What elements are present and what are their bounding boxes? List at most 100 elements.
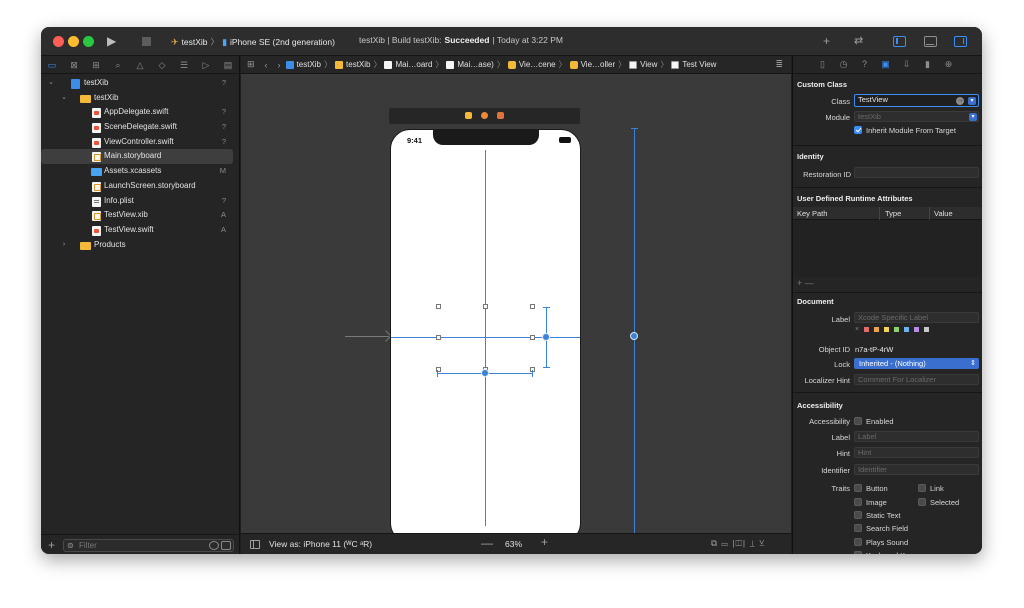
- acc-label-field[interactable]: Label: [854, 431, 979, 442]
- tree-row-file[interactable]: TestView.swift A: [41, 223, 240, 238]
- scm-filter-icon[interactable]: [221, 541, 231, 550]
- trait-checkbox[interactable]: [854, 538, 862, 546]
- run-button[interactable]: ▶: [107, 34, 121, 48]
- resize-handle[interactable]: [436, 304, 441, 309]
- first-responder-icon[interactable]: [481, 112, 488, 119]
- find-icon[interactable]: ⌕: [107, 56, 129, 74]
- tree-row-file[interactable]: ViewController.swift ?: [41, 135, 240, 150]
- identity-inspector-icon[interactable]: ▣: [878, 57, 893, 72]
- chevron-down-icon[interactable]: ▾: [969, 112, 977, 121]
- label-color-swatch[interactable]: [924, 327, 929, 332]
- resize-handle[interactable]: [530, 304, 535, 309]
- tree-row-file[interactable]: Info.plist ?: [41, 194, 240, 209]
- jump-item[interactable]: Vie…oller: [569, 60, 615, 69]
- symbol-icon[interactable]: ⊞: [85, 56, 107, 74]
- inspector-toggle-icon[interactable]: [954, 36, 967, 47]
- filter-input[interactable]: [79, 540, 189, 551]
- class-field[interactable]: TestView → ▾: [854, 94, 979, 107]
- clear-label-color-icon[interactable]: ×: [855, 326, 859, 333]
- inherit-module-checkbox[interactable]: [854, 126, 862, 134]
- accessibility-enabled-checkbox[interactable]: [854, 417, 862, 425]
- go-to-class-icon[interactable]: →: [956, 96, 964, 105]
- localizer-hint-field[interactable]: Comment For Localizer: [854, 374, 979, 385]
- scheme-selector[interactable]: ✈ testXib 〉 ▮ iPhone SE (2nd generation): [171, 35, 335, 49]
- view-controller-icon[interactable]: [465, 112, 472, 119]
- constraint-knob[interactable]: [542, 333, 550, 341]
- source-control-icon[interactable]: ⊠: [63, 56, 85, 74]
- jump-item[interactable]: Test View: [671, 60, 716, 69]
- trait-checkbox[interactable]: [854, 511, 862, 519]
- forward-icon[interactable]: ›: [278, 60, 281, 70]
- identifier-field[interactable]: Identifier: [854, 464, 979, 475]
- jump-item[interactable]: Vie…cene: [507, 60, 556, 69]
- add-file-button[interactable]: +: [48, 538, 55, 552]
- disclosure-open-icon[interactable]: ⌄: [46, 76, 56, 91]
- help-inspector-icon[interactable]: ?: [857, 57, 872, 72]
- col-key-path[interactable]: Key Path: [797, 209, 827, 218]
- restoration-id-field[interactable]: [854, 167, 979, 178]
- code-review-icon[interactable]: ⇄: [854, 33, 863, 49]
- trait-checkbox[interactable]: [854, 524, 862, 532]
- tree-row-project[interactable]: ⌄ testXib ?: [41, 76, 240, 91]
- filter-field[interactable]: ⊜: [63, 539, 234, 552]
- disclosure-closed-icon[interactable]: ›: [59, 238, 69, 253]
- close-window-button[interactable]: [53, 36, 64, 47]
- runtime-attributes-table[interactable]: [793, 220, 982, 277]
- label-color-swatch[interactable]: [894, 327, 899, 332]
- library-plus-icon[interactable]: +: [823, 33, 830, 49]
- tree-row-group[interactable]: ⌄ testXib: [41, 91, 240, 106]
- jump-item[interactable]: Mai…oard: [384, 60, 432, 69]
- trait-checkbox[interactable]: [918, 484, 926, 492]
- view-controller-scene[interactable]: 9:41: [390, 129, 581, 533]
- breakpoint-icon[interactable]: ▷: [195, 56, 217, 74]
- warning-icon[interactable]: △: [129, 56, 151, 74]
- view-as-device-button[interactable]: View as: iPhone 11 (ᵂC ᵃR): [269, 539, 372, 549]
- tree-row-file[interactable]: LaunchScreen.storyboard: [41, 179, 240, 194]
- tree-row-file[interactable]: TestView.xib A: [41, 208, 240, 223]
- disclosure-open-icon[interactable]: ⌄: [59, 91, 69, 106]
- tree-row-file-selected[interactable]: Main.storyboard: [41, 149, 233, 165]
- history-inspector-icon[interactable]: ◷: [836, 57, 851, 72]
- jump-item[interactable]: Mai…ase): [446, 60, 494, 69]
- exit-icon[interactable]: [497, 112, 504, 119]
- test-view-selection[interactable]: [436, 304, 535, 373]
- constraint-knob[interactable]: [630, 332, 638, 340]
- tree-row-group[interactable]: › Products: [41, 238, 240, 253]
- label-color-swatch[interactable]: [864, 327, 869, 332]
- trait-checkbox[interactable]: [854, 484, 862, 492]
- document-outline-toggle-icon[interactable]: [250, 540, 260, 549]
- folder-icon[interactable]: ▭: [41, 56, 63, 74]
- trait-checkbox[interactable]: [854, 498, 862, 506]
- col-type[interactable]: Type: [885, 209, 901, 218]
- recent-files-icon[interactable]: [209, 541, 219, 550]
- report-icon[interactable]: ▤: [217, 56, 239, 74]
- test-icon[interactable]: ◇: [151, 56, 173, 74]
- storyboard-canvas[interactable]: 9:41: [241, 75, 791, 533]
- attributes-inspector-icon[interactable]: ⇩: [899, 57, 914, 72]
- col-value[interactable]: Value: [934, 209, 953, 218]
- chevron-down-icon[interactable]: ▾: [968, 96, 976, 105]
- jump-item[interactable]: testXib: [285, 60, 321, 69]
- tree-row-file[interactable]: AppDelegate.swift ?: [41, 105, 240, 120]
- size-inspector-icon[interactable]: ▮: [920, 57, 935, 72]
- resize-handle[interactable]: [436, 335, 441, 340]
- jump-item[interactable]: View: [629, 60, 657, 69]
- tree-row-file[interactable]: SceneDelegate.swift ?: [41, 120, 240, 135]
- minimize-window-button[interactable]: [68, 36, 79, 47]
- connections-inspector-icon[interactable]: ⊕: [941, 57, 956, 72]
- trait-checkbox[interactable]: [854, 551, 862, 554]
- constraint-knob[interactable]: [481, 369, 489, 377]
- tree-row-file[interactable]: Assets.xcassets M: [41, 164, 240, 179]
- module-field[interactable]: testXib ▾: [854, 111, 979, 122]
- navigator-toggle-icon[interactable]: [893, 36, 906, 47]
- back-icon[interactable]: ‹: [265, 60, 268, 70]
- lock-popup[interactable]: Inherited - (Nothing) ⇕: [854, 358, 979, 369]
- file-inspector-icon[interactable]: ▯: [815, 57, 830, 72]
- hint-field[interactable]: Hint: [854, 447, 979, 458]
- label-color-swatch[interactable]: [874, 327, 879, 332]
- zoom-window-button[interactable]: [83, 36, 94, 47]
- doc-label-field[interactable]: Xcode Specific Label: [854, 312, 979, 323]
- stop-button[interactable]: [142, 37, 151, 46]
- label-color-swatch[interactable]: [914, 327, 919, 332]
- editor-options-icon[interactable]: ≣: [775, 59, 783, 70]
